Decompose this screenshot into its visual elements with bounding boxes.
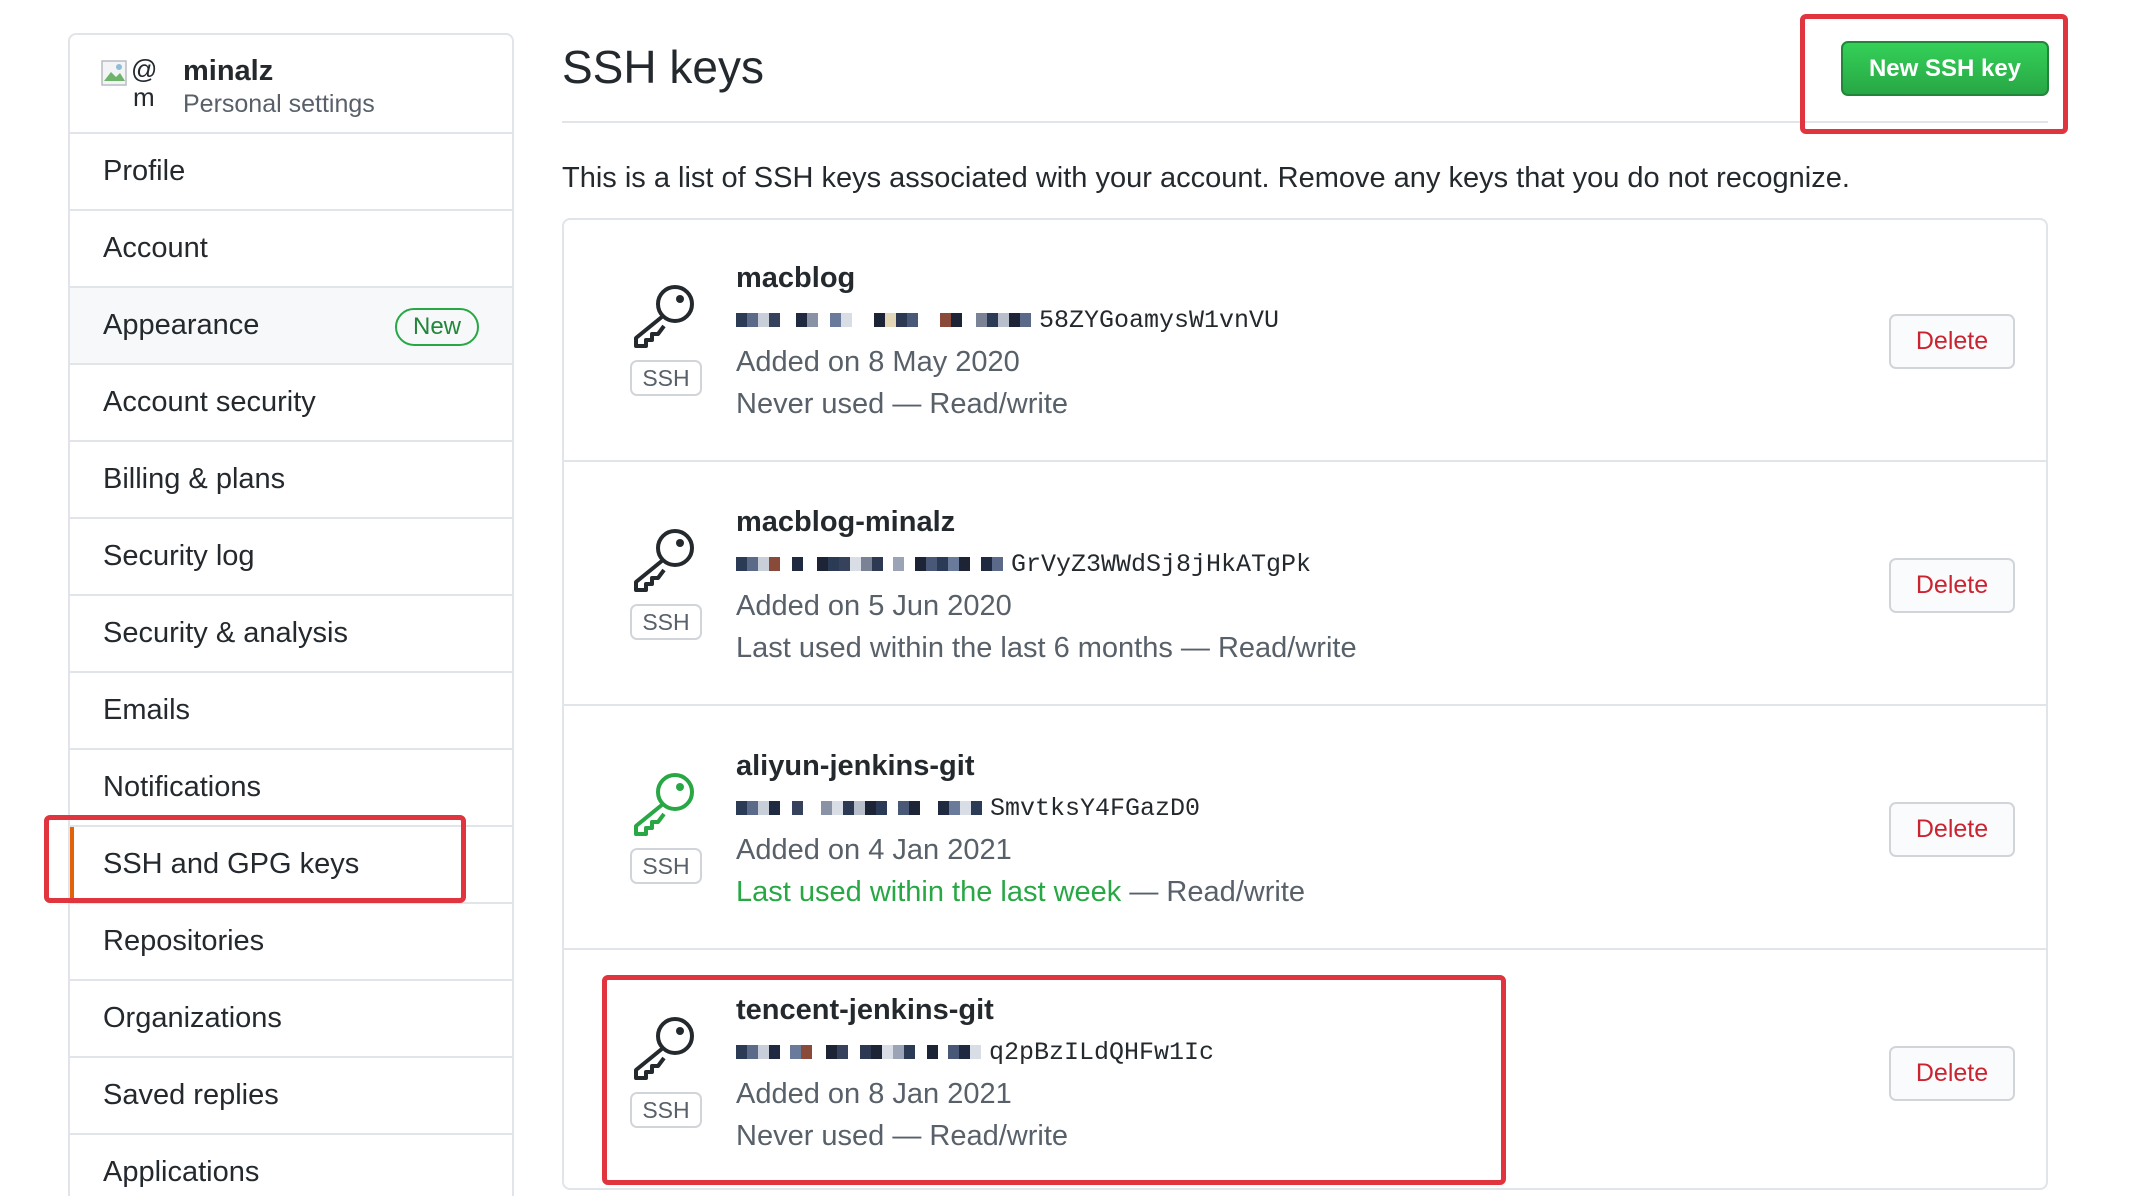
delete-key-button[interactable]: Delete [1889,802,2015,857]
key-type-label: SSH [630,360,702,396]
fingerprint-tail: SmvtksY4FGazD0 [990,793,1201,823]
divider [562,121,2048,123]
key-icon [634,773,694,836]
key-added-date: Added on 8 Jan 2021 [736,1078,1012,1110]
key-usage: Never used — Read/write [736,388,1068,421]
profile-username[interactable]: minalz [183,55,273,88]
key-fingerprint: SmvtksY4FGazD0 [736,792,1200,824]
key-type-label: SSH [630,848,702,884]
sidebar-item-security-log[interactable]: Security log [70,519,512,596]
delete-key-button[interactable]: Delete [1889,1046,2015,1101]
key-icon [634,529,694,592]
key-icon [634,285,694,348]
sidebar-item-label: Profile [103,155,186,187]
sidebar-item-saved-replies[interactable]: Saved replies [70,1058,512,1135]
sidebar-item-label: Emails [103,694,191,726]
sidebar-item-label: Account [103,232,208,264]
ssh-key-row: SSH macblog-minalz GrVyZ3WWdSj8jHkATgPk … [564,464,2046,706]
key-title: macblog-minalz [736,506,956,538]
new-badge: New [394,308,479,346]
sidebar-item-label: Applications [103,1156,260,1188]
sidebar-item-label: Security & analysis [103,617,348,649]
key-added-date: Added on 8 May 2020 [736,346,1020,378]
sidebar-item-notifications[interactable]: Notifications [70,750,512,827]
key-usage-status: Never used [736,1120,885,1152]
ssh-key-row: SSH aliyun-jenkins-git SmvtksY4FGazD0 Ad… [564,708,2046,950]
key-fingerprint: 58ZYGoamysW1vnVU [736,304,1279,336]
ssh-key-row: SSH tencent-jenkins-git q2pBzILdQHFw1Ic … [564,952,2046,1188]
page-title: SSH keys [562,41,764,93]
redacted-fingerprint [736,1045,981,1059]
new-ssh-key-button[interactable]: New SSH key [1841,41,2049,96]
profile-header: @ m minalz Personal settings [70,35,512,134]
sidebar-item-label: Account security [103,386,316,418]
key-usage: Last used within the last 6 months — Rea… [736,632,1357,665]
key-added-date: Added on 5 Jun 2020 [736,590,1012,622]
delete-key-button[interactable]: Delete [1889,558,2015,613]
avatar-alt-text: m [133,82,155,112]
key-type-label: SSH [630,604,702,640]
key-usage-status: Last used within the last week [736,876,1122,908]
key-usage: Never used — Read/write [736,1120,1068,1153]
sidebar-item-profile[interactable]: Profile [70,134,512,211]
ssh-keys-list: SSH macblog 58ZYGoamysW1vnVU Added on 8 … [562,218,2048,1190]
key-added-date: Added on 4 Jan 2021 [736,834,1012,866]
sidebar-item-label: Notifications [103,771,261,803]
key-usage-status: Last used within the last 6 months [736,632,1173,664]
key-fingerprint: q2pBzILdQHFw1Ic [736,1036,1214,1068]
key-type-label: SSH [630,1092,702,1128]
sidebar-item-label: SSH and GPG keys [103,848,360,880]
key-usage: Last used within the last week — Read/wr… [736,876,1305,909]
sidebar-item-account[interactable]: Account [70,211,512,288]
sidebar-item-label: Appearance [103,309,260,341]
sidebar-item-label: Repositories [103,925,265,957]
sidebar-item-repositories[interactable]: Repositories [70,904,512,981]
redacted-fingerprint [736,801,982,815]
avatar[interactable]: @ m [101,54,157,110]
key-title: tencent-jenkins-git [736,994,994,1026]
sidebar-item-account-security[interactable]: Account security [70,365,512,442]
sidebar-item-label: Security log [103,540,255,572]
sidebar-item-label: Organizations [103,1002,282,1034]
key-access: — Read/write [884,388,1069,420]
key-access: — Read/write [1172,632,1357,664]
sidebar-item-appearance[interactable]: Appearance New [70,288,512,365]
key-icon [634,1017,694,1080]
sidebar-item-billing-plans[interactable]: Billing & plans [70,442,512,519]
settings-sidebar: @ m minalz Personal settings Profile Acc… [68,33,514,1196]
profile-subtitle: Personal settings [183,90,375,118]
sidebar-item-organizations[interactable]: Organizations [70,981,512,1058]
intro-text: This is a list of SSH keys associated wi… [562,162,1850,194]
ssh-key-row: SSH macblog 58ZYGoamysW1vnVU Added on 8 … [564,220,2046,462]
sidebar-item-label: Billing & plans [103,463,286,495]
key-fingerprint: GrVyZ3WWdSj8jHkATgPk [736,548,1311,580]
sidebar-item-label: Saved replies [103,1079,279,1111]
key-title: macblog [736,262,856,294]
redacted-fingerprint [736,313,1031,327]
sidebar-item-applications[interactable]: Applications [70,1135,512,1196]
avatar-alt-text: @ [131,54,158,84]
broken-image-icon [101,60,127,86]
fingerprint-tail: 58ZYGoamysW1vnVU [1039,305,1280,335]
key-access: — Read/write [884,1120,1069,1152]
sidebar-item-ssh-gpg-keys[interactable]: SSH and GPG keys [70,827,512,904]
delete-key-button[interactable]: Delete [1889,314,2015,369]
fingerprint-tail: q2pBzILdQHFw1Ic [989,1037,1215,1067]
key-title: aliyun-jenkins-git [736,750,975,782]
fingerprint-tail: GrVyZ3WWdSj8jHkATgPk [1011,549,1312,579]
redacted-fingerprint [736,557,1003,571]
sidebar-item-security-analysis[interactable]: Security & analysis [70,596,512,673]
sidebar-item-emails[interactable]: Emails [70,673,512,750]
key-access: — Read/write [1121,876,1306,908]
key-usage-status: Never used [736,388,885,420]
